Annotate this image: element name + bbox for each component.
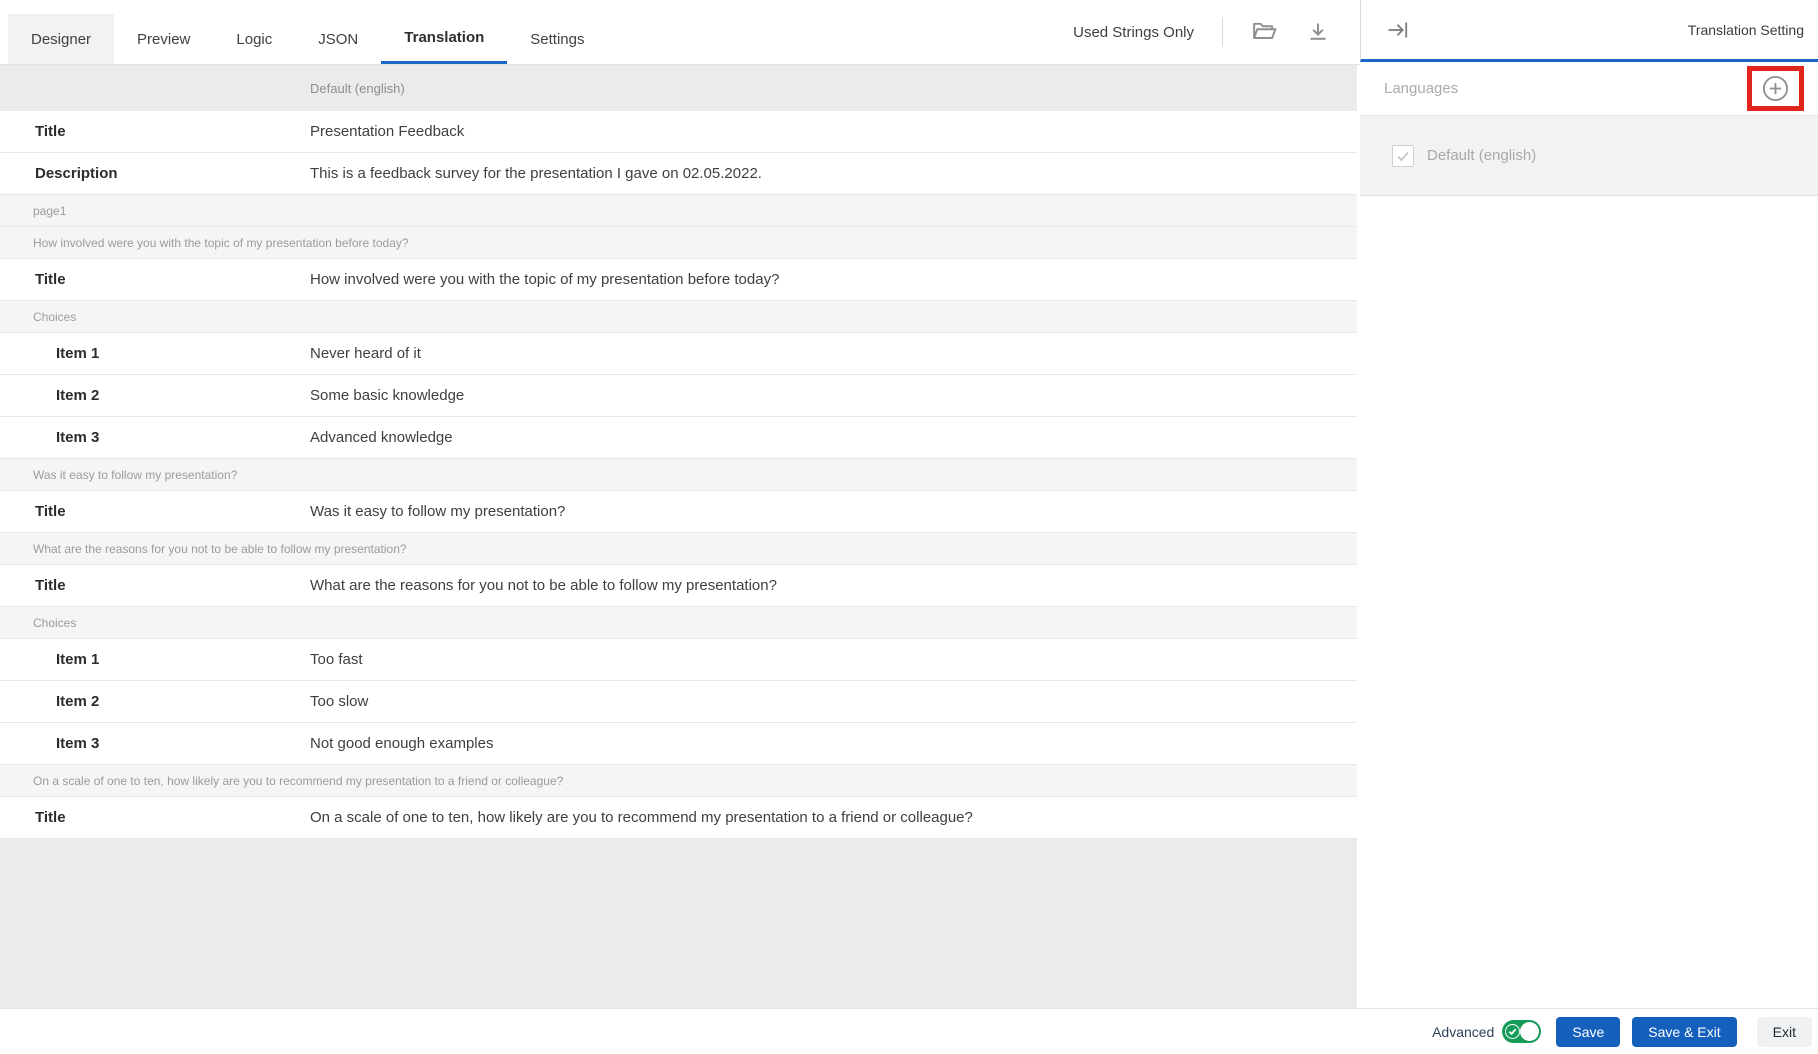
row-label: Item 3 <box>0 429 310 446</box>
row-value[interactable]: Presentation Feedback <box>310 123 464 140</box>
toggle-check-icon <box>1505 1024 1520 1039</box>
download-icon <box>1306 20 1330 44</box>
tab-logic[interactable]: Logic <box>213 14 295 64</box>
translation-table: Default (english) TitlePresentation Feed… <box>0 65 1357 1008</box>
row-label: Title <box>0 809 310 826</box>
tab-bar: DesignerPreviewLogicJSONTranslationSetti… <box>0 0 1360 65</box>
table-row: Item 3Advanced knowledge <box>0 417 1357 459</box>
toolbar: Used Strings Only <box>1073 0 1360 64</box>
plus-circle-icon <box>1761 74 1790 103</box>
row-label: Title <box>0 271 310 288</box>
collapse-right-icon <box>1385 18 1410 42</box>
row-value[interactable]: Too slow <box>310 693 368 710</box>
default-language-row: Default (english) <box>1360 116 1818 196</box>
advanced-label: Advanced <box>1432 1024 1494 1040</box>
table-row: Item 1Never heard of it <box>0 333 1357 375</box>
default-language-column-header: Default (english) <box>310 81 405 96</box>
toggle-knob <box>1520 1022 1539 1041</box>
group-label: Was it easy to follow my presentation? <box>33 468 237 482</box>
translation-settings-panel: Translation Setting Languages <box>1360 0 1818 1008</box>
languages-label: Languages <box>1384 80 1458 97</box>
tab-json[interactable]: JSON <box>295 14 381 64</box>
toolbar-divider <box>1222 17 1223 47</box>
tab-strip: DesignerPreviewLogicJSONTranslationSetti… <box>0 0 608 64</box>
group-label: Choices <box>33 616 76 630</box>
group-label: How involved were you with the topic of … <box>33 236 409 250</box>
table-rows: TitlePresentation FeedbackDescriptionThi… <box>0 111 1357 839</box>
group-label: On a scale of one to ten, how likely are… <box>33 774 563 788</box>
default-language-label: Default (english) <box>1427 147 1536 164</box>
tab-translation[interactable]: Translation <box>381 14 507 64</box>
advanced-toggle[interactable] <box>1502 1020 1541 1043</box>
default-language-checkbox[interactable] <box>1392 145 1414 167</box>
row-label: Title <box>0 123 310 140</box>
table-group-row: Was it easy to follow my presentation? <box>0 459 1357 491</box>
table-row: TitleOn a scale of one to ten, how likel… <box>0 797 1357 839</box>
row-value[interactable]: How involved were you with the topic of … <box>310 271 779 288</box>
table-row: TitleWas it easy to follow my presentati… <box>0 491 1357 533</box>
group-label: page1 <box>33 204 66 218</box>
row-label: Item 1 <box>0 651 310 668</box>
tab-settings[interactable]: Settings <box>507 14 607 64</box>
collapse-panel-button[interactable] <box>1385 18 1410 42</box>
checkmark-icon <box>1395 148 1411 164</box>
row-value[interactable]: What are the reasons for you not to be a… <box>310 577 777 594</box>
languages-section-header: Languages <box>1360 62 1818 116</box>
row-value[interactable]: Was it easy to follow my presentation? <box>310 503 565 520</box>
table-row: DescriptionThis is a feedback survey for… <box>0 153 1357 195</box>
row-label: Title <box>0 577 310 594</box>
table-row: Item 1Too fast <box>0 639 1357 681</box>
table-header-row: Default (english) <box>0 65 1357 111</box>
table-row: TitleWhat are the reasons for you not to… <box>0 565 1357 607</box>
group-label: Choices <box>33 310 76 324</box>
row-label: Title <box>0 503 310 520</box>
exit-button[interactable]: Exit <box>1757 1017 1812 1047</box>
table-row: Item 2Some basic knowledge <box>0 375 1357 417</box>
row-label: Item 3 <box>0 735 310 752</box>
table-group-row: Choices <box>0 301 1357 333</box>
tab-preview[interactable]: Preview <box>114 14 213 64</box>
row-label: Item 2 <box>0 387 310 404</box>
table-group-row: page1 <box>0 195 1357 227</box>
row-label: Description <box>0 165 310 182</box>
tab-designer[interactable]: Designer <box>8 14 114 64</box>
table-group-row: Choices <box>0 607 1357 639</box>
table-group-row: What are the reasons for you not to be a… <box>0 533 1357 565</box>
panel-header: Translation Setting <box>1360 0 1818 62</box>
survey-creator-app: DesignerPreviewLogicJSONTranslationSetti… <box>0 0 1818 1054</box>
panel-title: Translation Setting <box>1688 22 1804 38</box>
row-value[interactable]: On a scale of one to ten, how likely are… <box>310 809 973 826</box>
row-value[interactable]: This is a feedback survey for the presen… <box>310 165 762 182</box>
row-value[interactable]: Never heard of it <box>310 345 421 362</box>
table-row: Item 3Not good enough examples <box>0 723 1357 765</box>
footer-action-bar: Advanced Save Save & Exit Exit <box>0 1008 1818 1054</box>
save-and-exit-button[interactable]: Save & Exit <box>1632 1017 1736 1047</box>
export-button[interactable] <box>1306 20 1330 44</box>
table-group-row: How involved were you with the topic of … <box>0 227 1357 259</box>
folder-open-icon <box>1251 20 1278 44</box>
annotation-highlight-box <box>1747 66 1804 111</box>
group-label: What are the reasons for you not to be a… <box>33 542 407 556</box>
row-value[interactable]: Some basic knowledge <box>310 387 464 404</box>
row-value[interactable]: Not good enough examples <box>310 735 493 752</box>
import-button[interactable] <box>1251 20 1278 44</box>
used-strings-only-button[interactable]: Used Strings Only <box>1073 24 1194 41</box>
row-label: Item 1 <box>0 345 310 362</box>
row-label: Item 2 <box>0 693 310 710</box>
add-language-button[interactable] <box>1761 74 1790 103</box>
table-row: TitlePresentation Feedback <box>0 111 1357 153</box>
row-value[interactable]: Too fast <box>310 651 363 668</box>
table-row: Item 2Too slow <box>0 681 1357 723</box>
table-group-row: On a scale of one to ten, how likely are… <box>0 765 1357 797</box>
row-value[interactable]: Advanced knowledge <box>310 429 453 446</box>
save-button[interactable]: Save <box>1556 1017 1620 1047</box>
table-row: TitleHow involved were you with the topi… <box>0 259 1357 301</box>
